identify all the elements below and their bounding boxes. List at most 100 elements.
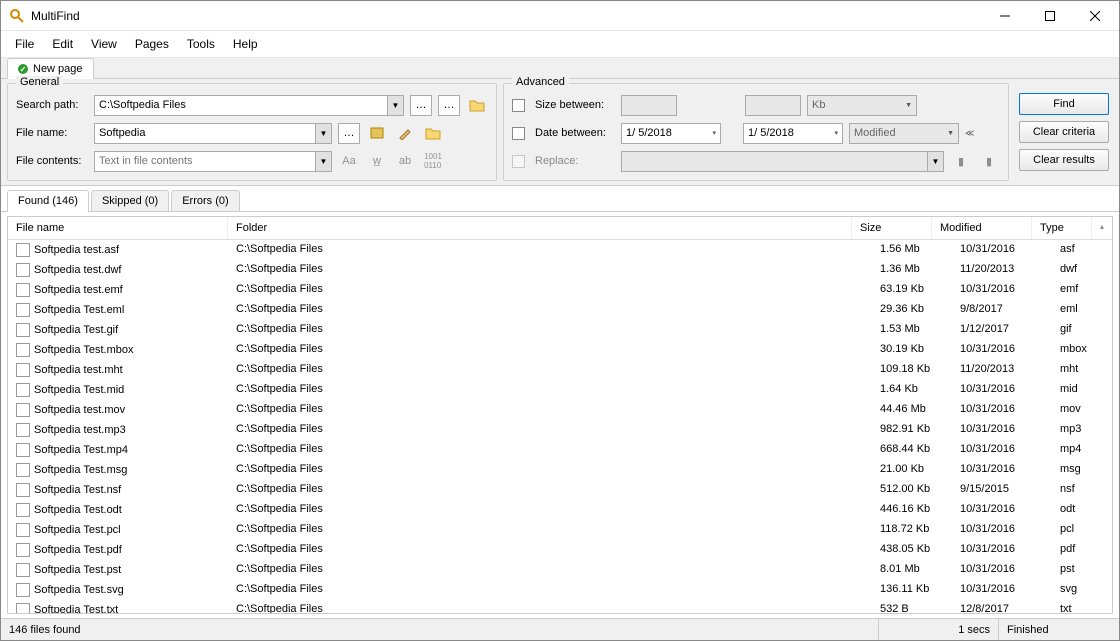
menu-help[interactable]: Help [225, 34, 266, 54]
file-contents-dropdown-icon[interactable]: ▼ [315, 152, 331, 171]
tab-skipped[interactable]: Skipped (0) [91, 190, 169, 211]
file-icon [16, 283, 30, 297]
table-row[interactable]: Softpedia Test.svgC:\Softpedia Files136.… [8, 580, 1112, 600]
table-row[interactable]: Softpedia Test.emlC:\Softpedia Files29.3… [8, 300, 1112, 320]
path-extra-button[interactable]: … [438, 95, 460, 116]
search-path-dropdown-icon[interactable]: ▼ [387, 96, 403, 115]
browse-path-button[interactable]: … [410, 95, 432, 116]
cell-folder: C:\Softpedia Files [228, 261, 872, 279]
replace-dropdown-icon[interactable]: ▼ [927, 152, 943, 171]
replace-action2-icon[interactable]: ▮ [978, 151, 1000, 172]
regex-icon[interactable]: ab [394, 151, 416, 172]
date-between-checkbox[interactable] [512, 127, 525, 140]
find-button[interactable]: Find [1019, 93, 1109, 115]
replace-checkbox[interactable] [512, 155, 525, 168]
statusbar: 146 files found 1 secs Finished [1, 618, 1119, 640]
cell-type: mp3 [1052, 421, 1112, 439]
replace-field[interactable] [622, 152, 927, 171]
scroll-head-icon[interactable]: ▴ [1092, 217, 1112, 239]
table-row[interactable]: Softpedia test.mhtC:\Softpedia Files109.… [8, 360, 1112, 380]
search-path-field[interactable] [95, 96, 387, 115]
file-icon [16, 603, 30, 614]
size-between-checkbox[interactable] [512, 99, 525, 112]
table-row[interactable]: Softpedia Test.mboxC:\Softpedia Files30.… [8, 340, 1112, 360]
new-page-badge-icon: ✓ [18, 64, 28, 74]
cell-size: 118.72 Kb [872, 521, 952, 539]
table-row[interactable]: Softpedia test.movC:\Softpedia Files44.4… [8, 400, 1112, 420]
file-name-field[interactable] [95, 124, 315, 143]
cell-folder: C:\Softpedia Files [228, 341, 872, 359]
label-replace: Replace: [535, 155, 615, 167]
menu-view[interactable]: View [83, 34, 125, 54]
replace-input[interactable]: ▼ [621, 151, 944, 172]
size-max-input[interactable] [745, 95, 801, 116]
criteria-panel: General Search path: ▼ … … File name: ▼ … [1, 79, 1119, 186]
col-type[interactable]: Type [1032, 217, 1092, 239]
date-from-input[interactable]: 1/ 5/2018▾ [621, 123, 721, 144]
binary-icon[interactable]: 10010110 [422, 151, 444, 172]
table-row[interactable]: Softpedia Test.gifC:\Softpedia Files1.53… [8, 320, 1112, 340]
col-file-name[interactable]: File name [8, 217, 228, 239]
table-row[interactable]: Softpedia test.mp3C:\Softpedia Files982.… [8, 420, 1112, 440]
cell-name: Softpedia test.mp3 [34, 424, 126, 436]
table-row[interactable]: Softpedia test.dwfC:\Softpedia Files1.36… [8, 260, 1112, 280]
cell-size: 668.44 Kb [872, 441, 952, 459]
table-row[interactable]: Softpedia Test.mp4C:\Softpedia Files668.… [8, 440, 1112, 460]
table-row[interactable]: Softpedia test.asfC:\Softpedia Files1.56… [8, 240, 1112, 260]
tab-errors[interactable]: Errors (0) [171, 190, 239, 211]
file-name-input[interactable]: ▼ [94, 123, 332, 144]
collapse-advanced-icon[interactable]: ≪ [965, 128, 974, 139]
col-folder[interactable]: Folder [228, 217, 852, 239]
table-row[interactable]: Softpedia Test.odtC:\Softpedia Files446.… [8, 500, 1112, 520]
edit-name-icon[interactable] [394, 123, 416, 144]
cell-size: 446.16 Kb [872, 501, 952, 519]
table-row[interactable]: Softpedia Test.nsfC:\Softpedia Files512.… [8, 480, 1112, 500]
table-row[interactable]: Softpedia Test.pdfC:\Softpedia Files438.… [8, 540, 1112, 560]
cell-name: Softpedia Test.gif [34, 324, 118, 336]
whole-word-icon[interactable]: w̲ [366, 151, 388, 172]
file-name-options-button[interactable]: … [338, 123, 360, 144]
size-unit-select[interactable]: Kb▼ [807, 95, 917, 116]
group-advanced-legend: Advanced [512, 76, 569, 88]
date-to-input[interactable]: 1/ 5/2018▾ [743, 123, 843, 144]
menu-edit[interactable]: Edit [44, 34, 81, 54]
file-name-dropdown-icon[interactable]: ▼ [315, 124, 331, 143]
cell-type: mht [1052, 361, 1112, 379]
clear-criteria-button[interactable]: Clear criteria [1019, 121, 1109, 143]
cell-modified: 11/20/2013 [952, 261, 1052, 279]
table-row[interactable]: Softpedia Test.txtC:\Softpedia Files532 … [8, 600, 1112, 614]
table-row[interactable]: Softpedia test.emfC:\Softpedia Files63.1… [8, 280, 1112, 300]
file-contents-field[interactable] [95, 152, 315, 171]
case-sensitive-icon[interactable]: Aa [338, 151, 360, 172]
close-button[interactable] [1072, 1, 1117, 30]
table-row[interactable]: Softpedia Test.midC:\Softpedia Files1.64… [8, 380, 1112, 400]
file-contents-input[interactable]: ▼ [94, 151, 332, 172]
menu-file[interactable]: File [7, 34, 42, 54]
cell-modified: 10/31/2016 [952, 381, 1052, 399]
menu-pages[interactable]: Pages [127, 34, 177, 54]
cell-size: 29.36 Kb [872, 301, 952, 319]
cell-modified: 10/31/2016 [952, 461, 1052, 479]
group-general-legend: General [16, 76, 63, 88]
maximize-button[interactable] [1027, 1, 1072, 30]
size-min-input[interactable] [621, 95, 677, 116]
folder-filter-icon[interactable] [422, 123, 444, 144]
table-row[interactable]: Softpedia Test.msgC:\Softpedia Files21.0… [8, 460, 1112, 480]
minimize-button[interactable] [982, 1, 1027, 30]
table-row[interactable]: Softpedia Test.pstC:\Softpedia Files8.01… [8, 560, 1112, 580]
cell-folder: C:\Softpedia Files [228, 361, 872, 379]
table-row[interactable]: Softpedia Test.pclC:\Softpedia Files118.… [8, 520, 1112, 540]
col-modified[interactable]: Modified [932, 217, 1032, 239]
search-path-input[interactable]: ▼ [94, 95, 404, 116]
file-icon [16, 583, 30, 597]
date-kind-select[interactable]: Modified▼ [849, 123, 959, 144]
tab-found[interactable]: Found (146) [7, 190, 89, 212]
cell-size: 44.46 Mb [872, 401, 952, 419]
open-folder-icon[interactable] [466, 95, 488, 116]
filter-icon[interactable] [366, 123, 388, 144]
clear-results-button[interactable]: Clear results [1019, 149, 1109, 171]
table-body[interactable]: Softpedia test.asfC:\Softpedia Files1.56… [8, 240, 1112, 614]
menu-tools[interactable]: Tools [179, 34, 223, 54]
col-size[interactable]: Size [852, 217, 932, 239]
replace-action1-icon[interactable]: ▮ [950, 151, 972, 172]
